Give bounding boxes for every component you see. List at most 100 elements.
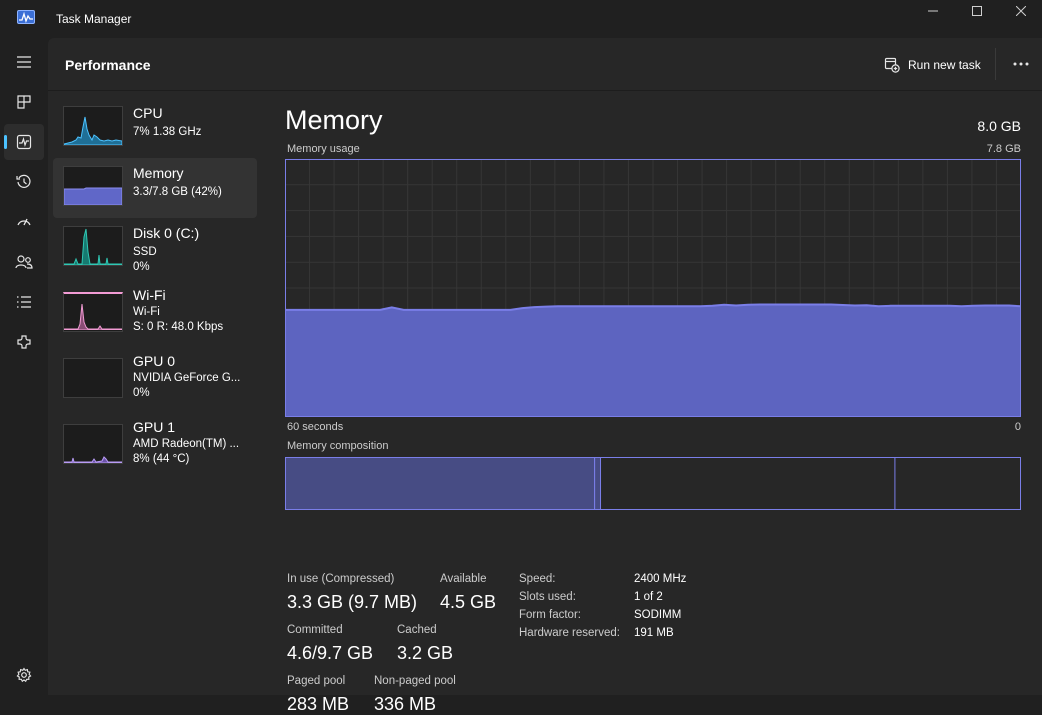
- memory-usage-area: [285, 304, 1021, 417]
- title-bar: Task Manager: [0, 0, 1042, 38]
- non-paged-pool-value: 336 MB: [374, 694, 437, 714]
- speed-value: 2400 MHz: [634, 573, 687, 585]
- header-divider: [995, 48, 996, 80]
- device-name: CPU: [133, 105, 163, 121]
- slots-used-label: Slots used:: [519, 591, 576, 603]
- in-use-label: In use (Compressed): [287, 573, 395, 585]
- hamburger-icon: [17, 56, 31, 68]
- non-paged-pool-label: Non-paged pool: [374, 675, 456, 687]
- time-axis-right: 0: [1014, 421, 1021, 433]
- composition-modified: [594, 457, 602, 510]
- nav-menu-button[interactable]: [4, 44, 44, 80]
- speed-label: Speed:: [519, 573, 556, 585]
- available-label: Available: [440, 573, 487, 585]
- services-icon: [17, 335, 31, 349]
- memory-usage-max: 7.8 GB: [986, 143, 1021, 155]
- device-detail: 0%: [133, 387, 150, 399]
- device-item-memory[interactable]: Memory 3.3/7.8 GB (42%): [53, 158, 257, 218]
- navigation-rail: [0, 38, 48, 695]
- device-type: SSD: [133, 246, 157, 258]
- maximize-icon: [972, 6, 982, 16]
- hardware-reserved-label: Hardware reserved:: [519, 627, 620, 639]
- nav-app-history[interactable]: [4, 164, 44, 200]
- close-button[interactable]: [998, 0, 1042, 22]
- device-item-gpu1[interactable]: GPU 1 AMD Radeon(TM) ... 8% (44 °C): [53, 416, 257, 482]
- paged-pool-label: Paged pool: [287, 675, 346, 687]
- run-new-task-button[interactable]: Run new task: [884, 54, 981, 76]
- page-title: Performance: [65, 57, 151, 73]
- committed-label: Committed: [287, 624, 343, 636]
- form-factor-label: Form factor:: [519, 609, 581, 621]
- detail-title: Memory: [285, 105, 383, 135]
- disk-mini-graph: [63, 226, 123, 266]
- device-detail: S: 0 R: 48.0 Kbps: [133, 321, 224, 333]
- device-detail: 8% (44 °C): [133, 453, 190, 465]
- memory-usage-label: Memory usage: [287, 143, 360, 155]
- committed-value: 4.6/9.7 GB: [287, 643, 374, 663]
- device-detail: 0%: [133, 261, 150, 273]
- device-type: Wi-Fi: [133, 306, 160, 318]
- more-options-icon: [1013, 62, 1029, 66]
- nav-details[interactable]: [4, 284, 44, 320]
- page-header: Performance Run new task: [48, 38, 1042, 91]
- startup-apps-icon: [17, 218, 31, 226]
- device-name: Memory: [133, 165, 184, 181]
- hardware-reserved-value: 191 MB: [634, 627, 674, 639]
- close-icon: [1016, 6, 1026, 16]
- device-name: GPU 1: [133, 419, 176, 435]
- cached-label: Cached: [397, 624, 437, 636]
- device-name: GPU 0: [133, 353, 176, 369]
- run-new-task-icon: [884, 57, 900, 73]
- nav-performance[interactable]: [4, 124, 44, 160]
- slots-used-value: 1 of 2: [634, 591, 663, 603]
- nav-startup-apps[interactable]: [4, 204, 44, 240]
- composition-standby: [600, 457, 896, 510]
- memory-mini-graph: [63, 166, 123, 206]
- paged-pool-value: 283 MB: [287, 694, 350, 714]
- time-axis-left: 60 seconds: [287, 421, 344, 433]
- maximize-button[interactable]: [954, 0, 1000, 22]
- active-indicator: [4, 135, 7, 149]
- performance-icon: [16, 134, 32, 150]
- processes-icon: [17, 95, 31, 109]
- cached-value: 3.2 GB: [397, 643, 454, 663]
- main-panel: Performance Run new task CPU 7% 1.38 GHz: [48, 38, 1042, 714]
- gpu0-mini-graph: [63, 358, 123, 398]
- device-item-gpu0[interactable]: GPU 0 NVIDIA GeForce G... 0%: [53, 350, 257, 416]
- device-detail: 3.3/7.8 GB (42%): [133, 186, 222, 198]
- task-manager-app-icon: [17, 10, 35, 24]
- memory-composition-label: Memory composition: [287, 440, 389, 452]
- in-use-value: 3.3 GB (9.7 MB): [287, 592, 418, 612]
- device-item-disk[interactable]: Disk 0 (C:) SSD 0%: [53, 218, 257, 284]
- form-factor-value: SODIMM: [634, 609, 682, 621]
- app-history-icon: [16, 174, 31, 188]
- nav-processes[interactable]: [4, 84, 44, 120]
- nav-services[interactable]: [4, 324, 44, 360]
- composition-in-use: [285, 457, 596, 510]
- run-new-task-label: Run new task: [908, 58, 981, 72]
- nav-settings[interactable]: [4, 657, 44, 693]
- gpu1-mini-graph: [63, 424, 123, 464]
- wifi-mini-graph: [63, 292, 123, 332]
- device-type: AMD Radeon(TM) ...: [133, 438, 240, 450]
- device-name: Wi-Fi: [133, 287, 166, 303]
- total-memory: 8.0 GB: [977, 118, 1021, 134]
- memory-composition-bar: [285, 457, 1021, 510]
- nav-users[interactable]: [4, 244, 44, 280]
- device-type: NVIDIA GeForce G...: [133, 372, 241, 384]
- available-value: 4.5 GB: [440, 592, 497, 612]
- more-options-button[interactable]: [1006, 52, 1036, 76]
- minimize-button[interactable]: [910, 0, 956, 22]
- minimize-icon: [928, 10, 938, 12]
- device-item-cpu[interactable]: CPU 7% 1.38 GHz: [53, 98, 257, 158]
- details-icon: [17, 296, 31, 308]
- device-item-wifi[interactable]: Wi-Fi Wi-Fi S: 0 R: 48.0 Kbps: [53, 284, 257, 350]
- cpu-mini-graph: [63, 106, 123, 146]
- settings-icon: [16, 667, 32, 683]
- memory-usage-graph: [285, 159, 1021, 417]
- device-list: CPU 7% 1.38 GHz Memory 3.3/7.8 GB (42%) …: [53, 98, 257, 482]
- device-name: Disk 0 (C:): [133, 225, 200, 241]
- users-icon: [15, 255, 33, 269]
- window-title: Task Manager: [56, 12, 132, 26]
- device-detail: 7% 1.38 GHz: [133, 126, 202, 138]
